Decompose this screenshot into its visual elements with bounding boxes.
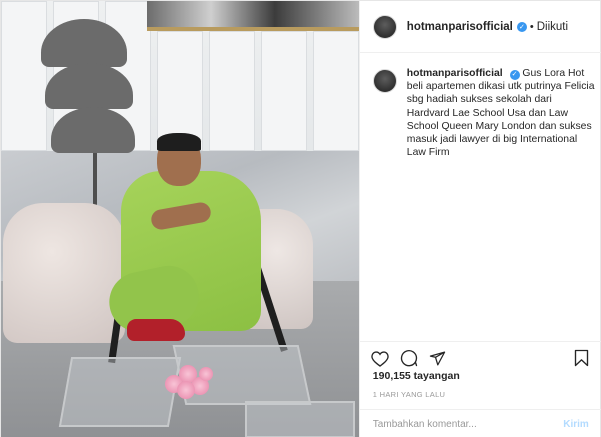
comment-bubble-icon bbox=[400, 350, 417, 367]
bookmark-icon bbox=[575, 349, 589, 367]
save-button[interactable] bbox=[572, 348, 592, 368]
wall-panel bbox=[313, 31, 359, 151]
separator-dot: • bbox=[529, 20, 534, 33]
wall-panel bbox=[1, 1, 47, 151]
verified-badge-icon: ✓ bbox=[509, 69, 520, 80]
post-comment-button[interactable]: Kirim bbox=[563, 419, 589, 430]
comment-input[interactable] bbox=[372, 418, 564, 430]
verified-badge-icon: ✓ bbox=[516, 21, 527, 32]
person-hair bbox=[157, 133, 201, 151]
caption-username[interactable]: hotmanparisofficial bbox=[407, 68, 503, 79]
avatar[interactable] bbox=[372, 14, 397, 39]
armchair-left bbox=[3, 203, 125, 343]
post-video[interactable] bbox=[1, 1, 359, 437]
view-count[interactable]: 190,155 tayangan bbox=[373, 370, 460, 382]
like-button[interactable] bbox=[370, 348, 390, 368]
share-button[interactable] bbox=[428, 348, 448, 368]
post-header: hotmanparisofficial ✓ • Diikuti bbox=[359, 1, 601, 53]
caption-text: Gus Lora Hot beli apartemen dikasi utk p… bbox=[406, 68, 595, 159]
action-bar bbox=[359, 341, 601, 369]
post-timestamp[interactable]: 1 HARI YANG LALU bbox=[373, 390, 445, 399]
caption-avatar[interactable] bbox=[372, 69, 397, 93]
instagram-post: hotmanparisofficial ✓ • Diikuti hotmanpa… bbox=[0, 0, 601, 437]
header-username[interactable]: hotmanparisofficial bbox=[407, 21, 513, 33]
comment-form: Kirim bbox=[359, 409, 601, 437]
paper-plane-icon bbox=[430, 350, 446, 366]
pink-flowers bbox=[161, 361, 217, 401]
comment-button[interactable] bbox=[399, 348, 419, 368]
following-button[interactable]: Diikuti bbox=[537, 21, 568, 33]
wall-panel bbox=[261, 31, 307, 151]
caption-body: hotmanparisofficial ✓ Gus Lora Hot beli … bbox=[407, 67, 595, 159]
red-shoe bbox=[127, 319, 185, 341]
post-sidebar: hotmanparisofficial ✓ • Diikuti hotmanpa… bbox=[358, 1, 601, 437]
wall-painting bbox=[147, 1, 359, 31]
glass-table bbox=[245, 401, 355, 437]
wall-panel bbox=[209, 31, 255, 151]
post-caption: hotmanparisofficial ✓ Gus Lora Hot beli … bbox=[372, 67, 595, 159]
heart-icon bbox=[371, 350, 389, 367]
